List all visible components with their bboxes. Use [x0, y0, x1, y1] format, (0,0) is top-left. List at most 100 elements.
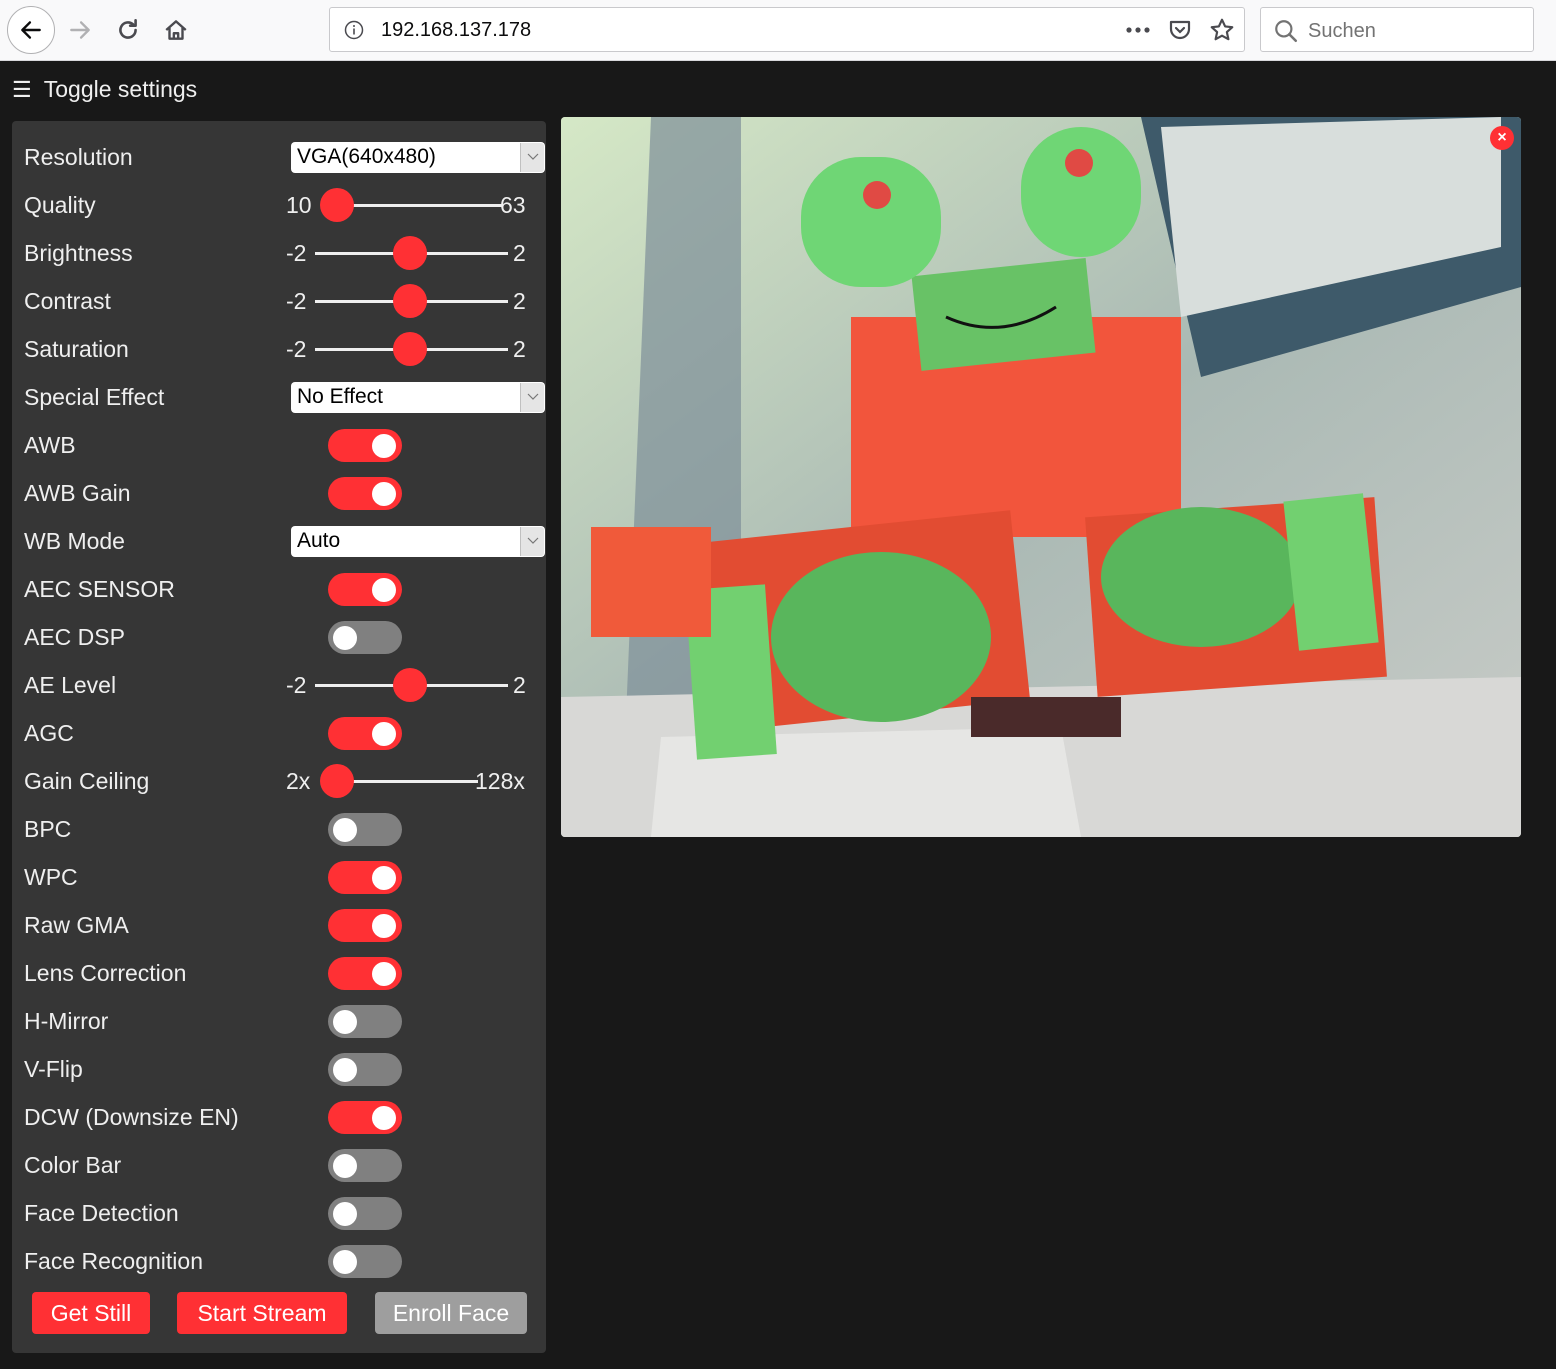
brightness-label: Brightness [24, 239, 133, 266]
colorbar-label: Color Bar [24, 1151, 122, 1178]
vflip-toggle[interactable] [328, 1052, 402, 1086]
special-effect-select[interactable]: No Effect [291, 381, 545, 413]
contrast-max: 2 [513, 287, 526, 314]
forward-button[interactable] [58, 8, 102, 52]
contrast-slider-thumb[interactable] [393, 284, 427, 318]
awb-gain-toggle[interactable] [328, 476, 402, 510]
chevron-down-icon [520, 142, 544, 172]
contrast-min: -2 [286, 287, 307, 314]
home-button[interactable] [154, 8, 198, 52]
reload-button[interactable] [106, 8, 150, 52]
get-still-button[interactable]: Get Still [32, 1292, 150, 1334]
toggle-knob [372, 961, 396, 986]
toggle-knob [333, 1249, 357, 1274]
hmirror-toggle[interactable] [328, 1004, 402, 1038]
special-effect-row: Special Effect No Effect [24, 377, 545, 417]
url-text[interactable]: 192.168.137.178 [381, 19, 531, 42]
agc-toggle[interactable] [328, 716, 402, 750]
face-recognize-label: Face Recognition [24, 1247, 203, 1274]
raw-gma-toggle[interactable] [328, 908, 402, 942]
lens-correction-row: Lens Correction [24, 953, 534, 993]
resolution-label: Resolution [24, 143, 133, 170]
aec-sensor-label: AEC SENSOR [24, 575, 175, 602]
dcw-row: DCW (Downsize EN) [24, 1097, 534, 1137]
toggle-knob [333, 1057, 357, 1082]
lens-correction-toggle[interactable] [328, 956, 402, 990]
arrow-right-icon [70, 21, 90, 39]
agc-row: AGC [24, 713, 534, 753]
aec-sensor-toggle[interactable] [328, 572, 402, 606]
dcw-toggle[interactable] [328, 1100, 402, 1134]
settings-panel: Resolution VGA(640x480) Quality 10 63 Br… [12, 121, 546, 1353]
wb-mode-value: Auto [297, 529, 341, 552]
aec-dsp-label: AEC DSP [24, 623, 125, 650]
more-actions-icon[interactable] [1124, 16, 1152, 44]
bookmark-star-icon[interactable] [1208, 16, 1236, 44]
bpc-toggle[interactable] [328, 812, 402, 846]
raw-gma-label: Raw GMA [24, 911, 129, 938]
bpc-label: BPC [24, 815, 72, 842]
contrast-label: Contrast [24, 287, 111, 314]
ae-level-slider-thumb[interactable] [393, 668, 427, 702]
toggle-knob [333, 625, 357, 650]
vflip-label: V-Flip [24, 1055, 83, 1082]
agc-label: AGC [24, 719, 74, 746]
quality-slider-thumb[interactable] [320, 188, 354, 222]
toggle-knob [372, 481, 396, 506]
saturation-min: -2 [286, 335, 307, 362]
face-detect-label: Face Detection [24, 1199, 179, 1226]
brightness-slider-thumb[interactable] [393, 236, 427, 270]
gain-ceiling-slider-thumb[interactable] [320, 764, 354, 798]
aec-dsp-row: AEC DSP [24, 617, 534, 657]
gain-ceiling-row: Gain Ceiling 2x 128x [24, 761, 534, 801]
toggle-knob [333, 1153, 357, 1178]
browser-toolbar: 192.168.137.178 Suchen [0, 0, 1556, 61]
saturation-row: Saturation -2 2 [24, 329, 534, 369]
stream-picture [561, 117, 1521, 837]
resolution-select[interactable]: VGA(640x480) [291, 141, 545, 173]
start-stream-button[interactable]: Start Stream [177, 1292, 347, 1334]
awb-toggle[interactable] [328, 428, 402, 462]
wb-mode-label: WB Mode [24, 527, 125, 554]
face-recognize-toggle[interactable] [328, 1244, 402, 1278]
colorbar-toggle[interactable] [328, 1148, 402, 1182]
wb-mode-row: WB Mode Auto [24, 521, 545, 561]
brightness-min: -2 [286, 239, 307, 266]
wpc-toggle[interactable] [328, 860, 402, 894]
close-stream-button[interactable]: × [1490, 126, 1514, 150]
wpc-row: WPC [24, 857, 534, 897]
wb-mode-select[interactable]: Auto [291, 525, 545, 557]
gain-ceiling-min: 2x [286, 767, 311, 794]
ae-level-max: 2 [513, 671, 526, 698]
aec-sensor-row: AEC SENSOR [24, 569, 534, 609]
aec-dsp-toggle[interactable] [328, 620, 402, 654]
toggle-settings-label: Toggle settings [43, 76, 198, 102]
colorbar-row: Color Bar [24, 1145, 534, 1185]
address-bar[interactable]: 192.168.137.178 [329, 7, 1245, 52]
saturation-max: 2 [513, 335, 526, 362]
quality-label: Quality [24, 191, 96, 218]
toggle-settings-button[interactable]: ☰ Toggle settings [12, 76, 197, 103]
close-icon: × [1497, 129, 1507, 146]
chevron-down-icon [520, 526, 544, 556]
toggle-knob [333, 1201, 357, 1226]
toggle-knob [333, 817, 357, 842]
search-input[interactable]: Suchen [1260, 7, 1534, 52]
vflip-row: V-Flip [24, 1049, 534, 1089]
brightness-max: 2 [513, 239, 526, 266]
hmirror-label: H-Mirror [24, 1007, 109, 1034]
camera-stream-image [561, 117, 1521, 837]
info-icon[interactable] [344, 20, 364, 40]
gain-ceiling-label: Gain Ceiling [24, 767, 150, 794]
face-recognize-row: Face Recognition [24, 1241, 534, 1281]
hmirror-row: H-Mirror [24, 1001, 534, 1041]
toggle-knob [372, 577, 396, 602]
pocket-icon[interactable] [1166, 16, 1194, 44]
saturation-slider-thumb[interactable] [393, 332, 427, 366]
awb-label: AWB [24, 431, 76, 458]
back-button[interactable] [7, 6, 55, 54]
toggle-knob [333, 1009, 357, 1034]
face-detect-toggle[interactable] [328, 1196, 402, 1230]
enroll-face-button[interactable]: Enroll Face [375, 1292, 527, 1334]
hamburger-menu-icon: ☰ [12, 76, 32, 102]
